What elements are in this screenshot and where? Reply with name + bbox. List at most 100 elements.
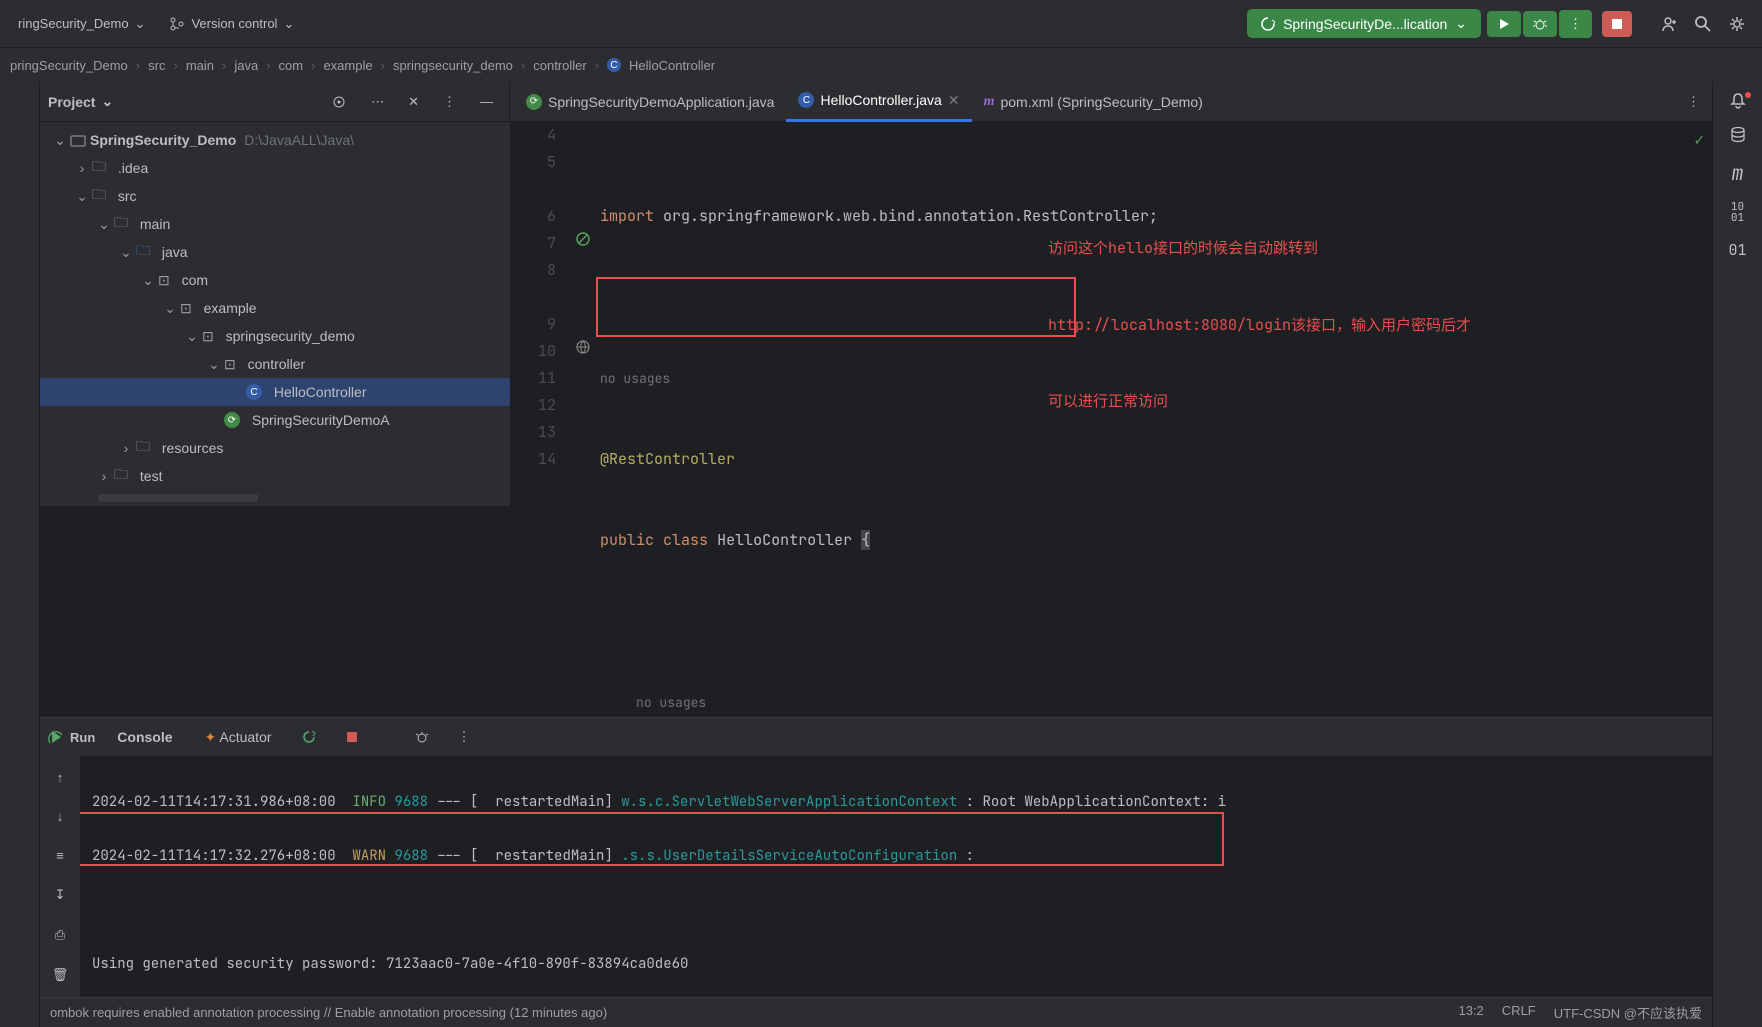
clear-button[interactable]: 🗑 <box>44 961 77 989</box>
stop-button[interactable] <box>1602 11 1632 37</box>
index-button[interactable]: 01 <box>1728 240 1746 260</box>
person-add-icon <box>1660 15 1678 33</box>
left-tool-sidebar[interactable] <box>0 82 40 1027</box>
tree-controller[interactable]: ⌄⊡ controller <box>40 350 510 378</box>
gutter-icons <box>570 122 596 717</box>
select-opened-file-button[interactable] <box>323 88 355 116</box>
bc-java[interactable]: java <box>234 58 258 73</box>
usages-hint[interactable]: no usages <box>600 370 670 387</box>
project-tree[interactable]: ⌄ SpringSecurity_Demo D:\JavaALL\Java\ ›… <box>40 122 510 506</box>
tab-pom[interactable]: m pom.xml (SpringSecurity_Demo) <box>972 82 1215 122</box>
bc-demo[interactable]: springsecurity_demo <box>393 58 513 73</box>
console-output[interactable]: 2024-02-11T14:17:31.986+08:00 INFO 9688 … <box>80 756 1712 997</box>
gear-icon <box>1728 15 1746 33</box>
expand-all-button[interactable]: ⋯ <box>363 88 392 116</box>
stop-icon <box>1610 17 1624 31</box>
stop-icon <box>345 730 359 744</box>
database-button[interactable] <box>1729 126 1747 144</box>
editor-tabs-options[interactable]: ⋮ <box>1679 88 1708 116</box>
search-icon <box>1694 15 1712 33</box>
code-with-me-button[interactable] <box>1652 9 1686 39</box>
tree-java[interactable]: ⌄🗀 java <box>40 238 510 266</box>
bp-debug-button[interactable] <box>407 724 438 751</box>
project-panel-title: Project <box>48 94 95 110</box>
bc-src[interactable]: src <box>148 58 165 73</box>
more-run-button[interactable]: ⋮ <box>1559 10 1592 38</box>
gutter-web-icon[interactable] <box>574 338 592 356</box>
soft-wrap-button[interactable]: ≡ <box>48 842 72 869</box>
bug-icon <box>415 730 430 745</box>
tree-app-class[interactable]: ⟳ SpringSecurityDemoA <box>40 406 510 434</box>
tree-hello-controller[interactable]: C HelloController <box>40 378 510 406</box>
gutter-no-entry-icon[interactable] <box>574 230 592 248</box>
tab-app[interactable]: ⟳ SpringSecurityDemoApplication.java <box>514 82 786 122</box>
search-everywhere-button[interactable] <box>1686 9 1720 39</box>
tree-resources[interactable]: ›🗀 resources <box>40 434 510 462</box>
class-icon: C <box>607 58 621 72</box>
close-tab-button[interactable]: ✕ <box>948 92 960 109</box>
console-tab[interactable]: Console <box>107 725 182 749</box>
rerun-icon <box>1261 17 1275 31</box>
maven-icon: m <box>984 94 995 110</box>
code-editor[interactable]: 4 5 6 7 8 9 10 11 12 13 14 <box>510 122 1712 717</box>
line-separator[interactable]: CRLF <box>1502 1003 1536 1022</box>
hide-panel-button[interactable]: — <box>472 88 501 116</box>
module-icon <box>70 133 86 147</box>
file-encoding[interactable]: UTF-CSDN @不应该执爱 <box>1554 1003 1702 1022</box>
binary-button[interactable]: 1001 <box>1731 202 1744 224</box>
run-button[interactable] <box>1487 11 1521 37</box>
editor-gutter: 4 5 6 7 8 9 10 11 12 13 14 <box>510 122 570 717</box>
tree-test[interactable]: ›🗀 test <box>40 462 510 490</box>
tree-idea[interactable]: ›🗀 .idea <box>40 154 510 182</box>
project-name: ringSecurity_Demo <box>18 16 129 31</box>
actuator-tab[interactable]: ✦ Actuator <box>195 725 282 750</box>
debug-button[interactable] <box>1523 11 1557 37</box>
version-control-selector[interactable]: Version control ⌄ <box>159 10 304 38</box>
tree-src[interactable]: ⌄🗀 src <box>40 182 510 210</box>
spring-run-icon: ⟳ <box>224 412 240 428</box>
notifications-button[interactable] <box>1729 92 1747 110</box>
chevron-down-icon: ⌄ <box>135 16 146 32</box>
caret-position[interactable]: 13:2 <box>1458 1003 1483 1022</box>
project-selector[interactable]: ringSecurity_Demo ⌄ <box>8 10 155 38</box>
run-configuration-selector[interactable]: SpringSecurityDe...lication ⌄ <box>1247 9 1481 38</box>
scroll-to-end-button[interactable]: ↧ <box>47 881 74 909</box>
bc-project[interactable]: pringSecurity_Demo <box>10 58 128 73</box>
collapse-all-button[interactable]: ✕ <box>400 88 427 116</box>
usages-hint[interactable]: no usages <box>636 694 706 711</box>
chevron-down-icon: ⌄ <box>1455 15 1467 32</box>
bc-example[interactable]: example <box>323 58 372 73</box>
panel-options-button[interactable]: ⋮ <box>435 88 464 116</box>
generated-password-line: Using generated security password: 7123a… <box>92 955 688 973</box>
print-button[interactable]: ⎙ <box>47 921 73 949</box>
bug-icon <box>1533 17 1547 31</box>
settings-button[interactable] <box>1720 9 1754 39</box>
status-bar: ombok requires enabled annotation proces… <box>40 997 1712 1027</box>
run-config-label: SpringSecurityDe...lication <box>1283 16 1447 32</box>
bc-controller[interactable]: controller <box>533 58 586 73</box>
bc-file[interactable]: HelloController <box>629 58 715 73</box>
bp-rerun-button[interactable] <box>294 724 325 751</box>
bc-main[interactable]: main <box>186 58 214 73</box>
tree-example[interactable]: ⌄⊡ example <box>40 294 510 322</box>
bc-com[interactable]: com <box>279 58 304 73</box>
scroll-up-button[interactable]: ↑ <box>49 764 72 791</box>
tree-root[interactable]: ⌄ SpringSecurity_Demo D:\JavaALL\Java\ <box>40 126 510 154</box>
status-message[interactable]: ombok requires enabled annotation proces… <box>50 1005 607 1020</box>
bp-more-button[interactable]: ⋮ <box>450 723 479 751</box>
version-control-label: Version control <box>191 16 277 31</box>
run-title: Run <box>70 730 95 745</box>
chevron-down-icon[interactable]: ⌄ <box>101 93 113 110</box>
spring-run-icon: ⟳ <box>526 94 542 110</box>
class-icon: C <box>798 92 814 108</box>
bp-stop-button[interactable] <box>337 724 367 750</box>
inspection-ok-icon[interactable]: ✓ <box>1694 126 1704 153</box>
scroll-down-button[interactable]: ↓ <box>49 803 72 830</box>
tree-main[interactable]: ⌄🗀 main <box>40 210 510 238</box>
tree-demo[interactable]: ⌄⊡ springsecurity_demo <box>40 322 510 350</box>
tab-hello-controller[interactable]: C HelloController.java ✕ <box>786 82 971 122</box>
tree-com[interactable]: ⌄⊡ com <box>40 266 510 294</box>
maven-button[interactable]: m <box>1732 160 1744 186</box>
tree-scrollbar[interactable] <box>98 494 258 502</box>
top-title-bar: ringSecurity_Demo ⌄ Version control ⌄ Sp… <box>0 0 1762 48</box>
